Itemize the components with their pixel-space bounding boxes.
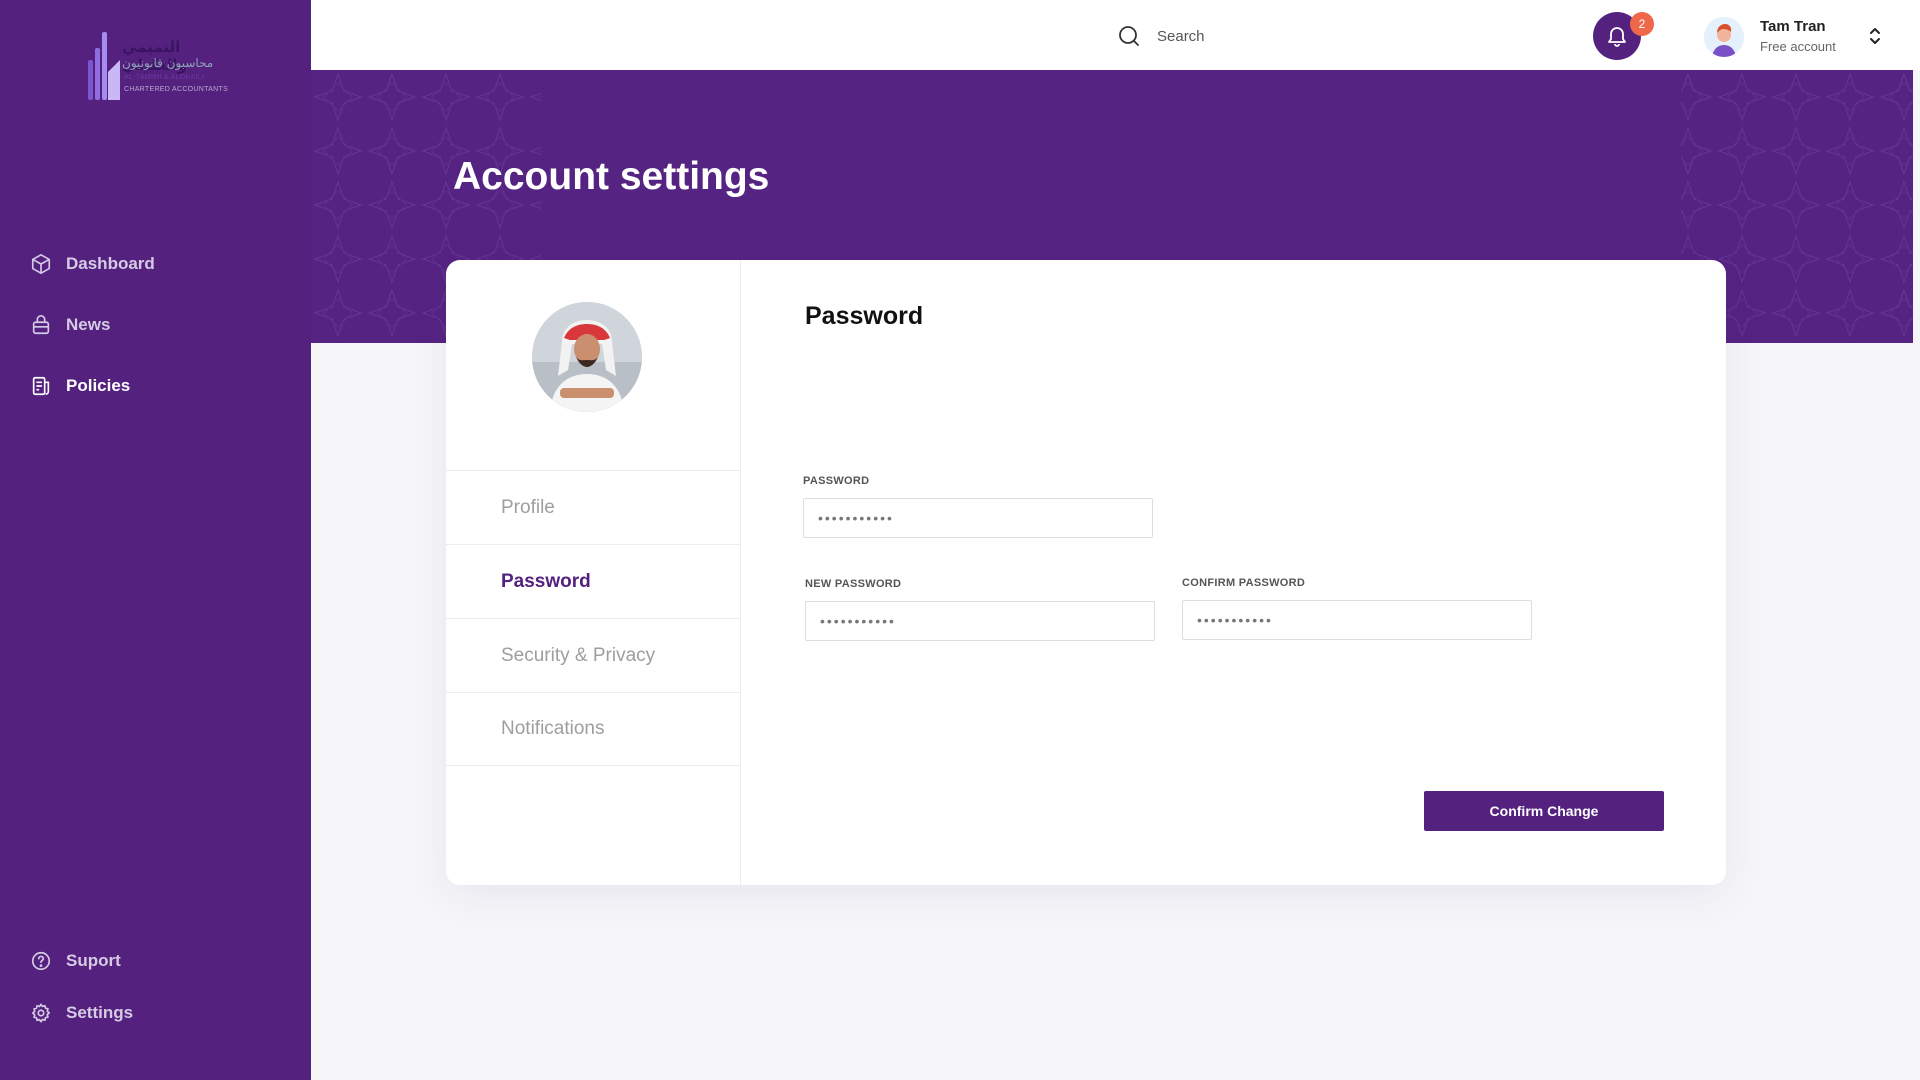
- sidebar-item-support[interactable]: Suport: [30, 944, 121, 978]
- sidebar: التميمي والعكيلي محاسبون قانونيون AL-TAM…: [0, 0, 311, 1080]
- bag-icon: [32, 315, 50, 335]
- search-bar[interactable]: [1117, 24, 1339, 48]
- sidebar-item-news[interactable]: News: [30, 308, 110, 342]
- search-icon: [1119, 26, 1139, 46]
- tab-profile[interactable]: Profile: [446, 470, 740, 544]
- user-plan: Free account: [1760, 39, 1836, 54]
- settings-nav: Profile Password Security & Privacy Noti…: [446, 260, 741, 885]
- notification-count-badge: 2: [1630, 12, 1654, 36]
- page-title: Account settings: [453, 155, 770, 198]
- sidebar-item-label: Settings: [66, 1003, 134, 1022]
- cube-icon: [31, 254, 51, 274]
- new-password-field[interactable]: [805, 601, 1155, 641]
- sidebar-item-label: Policies: [66, 376, 131, 395]
- section-title: Password: [805, 302, 924, 330]
- tab-password[interactable]: Password: [446, 544, 740, 618]
- avatar-illustration: [1704, 17, 1744, 57]
- user-avatar[interactable]: [1704, 17, 1744, 57]
- sidebar-item-policies[interactable]: Policies: [30, 369, 130, 403]
- logo-arabic-line2: محاسبون قانونيون: [122, 56, 214, 70]
- sidebar-item-label: Dashboard: [66, 254, 155, 273]
- password-label: PASSWORD: [803, 475, 870, 487]
- sidebar-item-label: News: [66, 315, 111, 334]
- logo-english-line2: CHARTERED ACCOUNTANTS: [124, 86, 229, 93]
- sidebar-item-dashboard[interactable]: Dashboard: [30, 247, 155, 281]
- chevron-up-down-icon[interactable]: [1863, 24, 1887, 48]
- logo-bars-icon: [88, 32, 120, 100]
- logo-english-line1: AL-TAMIMI & ALOKAILI: [124, 74, 205, 81]
- search-input[interactable]: [1155, 26, 1339, 46]
- top-bar: 2 Tam Tran Free account: [311, 0, 1920, 70]
- new-password-label: NEW PASSWORD: [805, 578, 902, 590]
- confirm-password-label: CONFIRM PASSWORD: [1182, 577, 1306, 589]
- profile-photo-illustration: [532, 302, 642, 412]
- confirm-change-button[interactable]: Confirm Change: [1424, 791, 1664, 831]
- profile-photo[interactable]: [532, 302, 642, 412]
- company-logo[interactable]: التميمي والعكيلي محاسبون قانونيون AL-TAM…: [86, 30, 236, 102]
- sidebar-item-label: Suport: [66, 951, 121, 970]
- help-circle-icon: [31, 951, 51, 971]
- bell-icon: [1608, 27, 1626, 47]
- user-name: Tam Tran: [1760, 18, 1826, 35]
- tab-security-privacy[interactable]: Security & Privacy: [446, 618, 740, 692]
- tab-notifications[interactable]: Notifications: [446, 692, 740, 766]
- password-field[interactable]: [803, 498, 1153, 538]
- gear-icon: [31, 1003, 51, 1023]
- sidebar-item-settings[interactable]: Settings: [30, 996, 133, 1030]
- confirm-password-field[interactable]: [1182, 600, 1532, 640]
- document-icon: [32, 376, 50, 396]
- settings-card: Profile Password Security & Privacy Noti…: [446, 260, 1726, 885]
